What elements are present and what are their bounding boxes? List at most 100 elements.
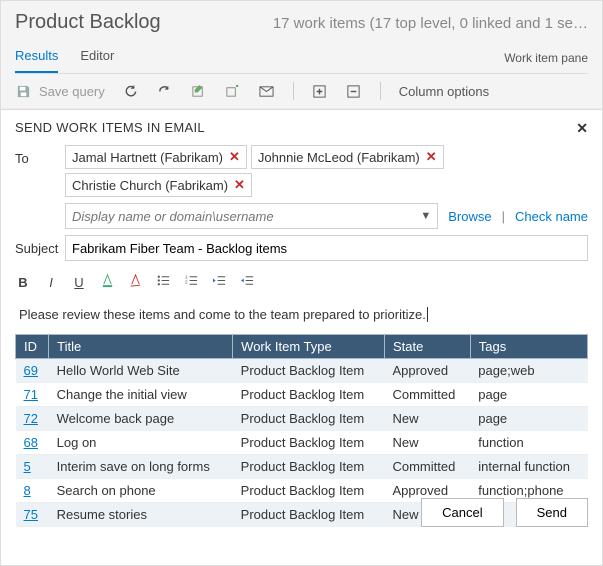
work-item-link[interactable]: 75: [24, 507, 38, 522]
work-item-link[interactable]: 69: [24, 363, 38, 378]
work-item-link[interactable]: 8: [24, 483, 31, 498]
underline-button[interactable]: U: [71, 275, 87, 290]
cell-type: Product Backlog Item: [233, 455, 385, 479]
col-state[interactable]: State: [384, 335, 470, 359]
cell-id: 5: [16, 455, 49, 479]
save-query-label[interactable]: Save query: [39, 84, 105, 99]
remove-chip-icon[interactable]: ✕: [426, 149, 437, 165]
cell-title: Resume stories: [49, 503, 233, 527]
work-item-link[interactable]: 72: [24, 411, 38, 426]
cell-tags: page: [470, 383, 587, 407]
italic-button[interactable]: I: [43, 275, 59, 290]
cell-type: Product Backlog Item: [233, 503, 385, 527]
cell-state: Approved: [384, 359, 470, 383]
refresh-icon[interactable]: [123, 83, 139, 99]
redo-icon[interactable]: [157, 83, 173, 99]
recipient-input-wrap[interactable]: ▼: [65, 203, 438, 229]
svg-text:2: 2: [184, 279, 187, 284]
email-icon[interactable]: [259, 83, 275, 99]
chip-label: Jamal Hartnett (Fabrikam): [72, 150, 223, 165]
cell-state: New: [384, 407, 470, 431]
cell-id: 8: [16, 479, 49, 503]
toolbar-divider: [380, 82, 381, 100]
bullet-list-icon[interactable]: [155, 273, 171, 291]
indent-icon[interactable]: [239, 273, 255, 291]
chip-label: Johnnie McLeod (Fabrikam): [258, 150, 420, 165]
expand-icon[interactable]: [312, 83, 328, 99]
table-row[interactable]: 5 Interim save on long formsProduct Backl…: [16, 455, 588, 479]
cell-id: 71: [16, 383, 49, 407]
browse-link[interactable]: Browse: [448, 209, 491, 224]
to-label: To: [15, 145, 65, 166]
new-item-icon[interactable]: [225, 83, 241, 99]
send-email-dialog: SEND WORK ITEMS IN EMAIL ✕ To Jamal Hart…: [1, 109, 602, 539]
subject-label: Subject: [15, 235, 65, 256]
cell-title: Welcome back page: [49, 407, 233, 431]
cell-tags: function: [470, 431, 587, 455]
tab-editor[interactable]: Editor: [80, 48, 114, 73]
dialog-title: SEND WORK ITEMS IN EMAIL: [15, 110, 588, 145]
close-icon[interactable]: ✕: [576, 120, 588, 137]
page-title: Product Backlog: [15, 11, 161, 34]
page-header: Product Backlog 17 work items (17 top le…: [1, 1, 602, 74]
save-icon[interactable]: [15, 83, 31, 99]
table-row[interactable]: 72Welcome back pageProduct Backlog ItemN…: [16, 407, 588, 431]
recipient-chip[interactable]: Jamal Hartnett (Fabrikam) ✕: [65, 145, 247, 169]
chevron-down-icon[interactable]: ▼: [420, 210, 431, 222]
cell-id: 72: [16, 407, 49, 431]
cell-id: 75: [16, 503, 49, 527]
message-body[interactable]: Please review these items and come to th…: [15, 297, 588, 334]
recipient-chip[interactable]: Christie Church (Fabrikam) ✕: [65, 173, 252, 197]
work-item-link[interactable]: 5: [24, 459, 31, 474]
rich-text-toolbar: B I U 12: [15, 267, 588, 297]
work-item-pane-toggle[interactable]: Work item pane: [504, 51, 588, 73]
work-item-link[interactable]: 68: [24, 435, 38, 450]
cell-tags: page: [470, 407, 587, 431]
work-item-summary: 17 work items (17 top level, 0 linked an…: [273, 15, 588, 32]
cell-title: Interim save on long forms: [49, 455, 233, 479]
link-separator: |: [502, 209, 505, 224]
send-button[interactable]: Send: [516, 498, 588, 527]
recipient-chips: Jamal Hartnett (Fabrikam) ✕ Johnnie McLeo…: [65, 145, 588, 197]
cell-tags: page;web: [470, 359, 587, 383]
cell-title: Search on phone: [49, 479, 233, 503]
remove-chip-icon[interactable]: ✕: [229, 149, 240, 165]
chip-label: Christie Church (Fabrikam): [72, 178, 228, 193]
toolbar: Save query Column options: [1, 74, 602, 109]
cell-title: Change the initial view: [49, 383, 233, 407]
cell-type: Product Backlog Item: [233, 359, 385, 383]
collapse-icon[interactable]: [346, 83, 362, 99]
remove-chip-icon[interactable]: ✕: [234, 177, 245, 193]
outdent-icon[interactable]: [211, 273, 227, 291]
subject-input[interactable]: [65, 235, 588, 261]
cancel-button[interactable]: Cancel: [421, 498, 503, 527]
col-tags[interactable]: Tags: [470, 335, 587, 359]
number-list-icon[interactable]: 12: [183, 273, 199, 291]
table-row[interactable]: 68 Log onProduct Backlog ItemNewfunction: [16, 431, 588, 455]
check-name-link[interactable]: Check name: [515, 209, 588, 224]
column-options-button[interactable]: Column options: [399, 84, 489, 99]
cell-state: Committed: [384, 383, 470, 407]
tab-results[interactable]: Results: [15, 48, 58, 73]
col-id[interactable]: ID: [16, 335, 49, 359]
cell-state: New: [384, 431, 470, 455]
cell-type: Product Backlog Item: [233, 431, 385, 455]
cell-state: Committed: [384, 455, 470, 479]
cell-tags: internal function: [470, 455, 587, 479]
col-title[interactable]: Title: [49, 335, 233, 359]
table-row[interactable]: 69 Hello World Web SiteProduct Backlog It…: [16, 359, 588, 383]
font-color-icon[interactable]: [99, 273, 115, 291]
col-type[interactable]: Work Item Type: [233, 335, 385, 359]
table-row[interactable]: 71Change the initial viewProduct Backlog…: [16, 383, 588, 407]
cell-title: Log on: [49, 431, 233, 455]
clear-format-icon[interactable]: [127, 273, 143, 291]
edit-query-icon[interactable]: [191, 83, 207, 99]
work-item-link[interactable]: 71: [24, 387, 38, 402]
recipient-chip[interactable]: Johnnie McLeod (Fabrikam) ✕: [251, 145, 444, 169]
toolbar-divider: [293, 82, 294, 100]
bold-button[interactable]: B: [15, 275, 31, 290]
cell-title: Hello World Web Site: [49, 359, 233, 383]
cell-type: Product Backlog Item: [233, 479, 385, 503]
cell-id: 69: [16, 359, 49, 383]
recipient-input[interactable]: [72, 209, 420, 224]
